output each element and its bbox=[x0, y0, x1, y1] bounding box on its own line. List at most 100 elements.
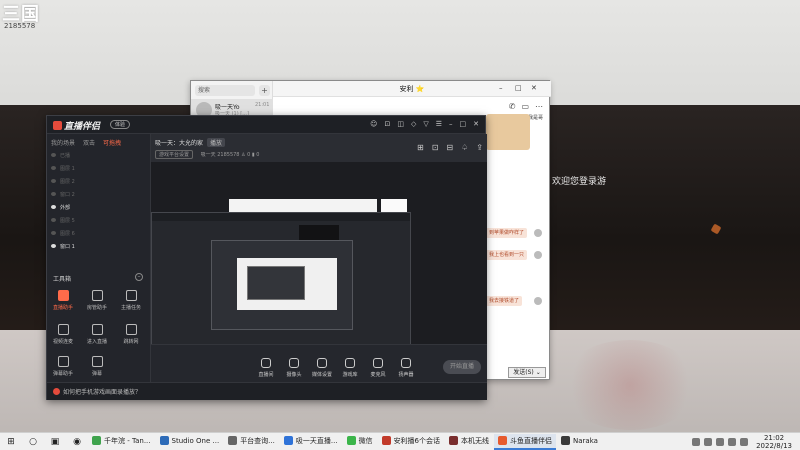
scene-item[interactable]: 已播 bbox=[51, 150, 70, 160]
room-tag[interactable]: 播放 bbox=[207, 138, 226, 147]
tab-double-click[interactable]: 双击 bbox=[83, 138, 95, 147]
tool-jump[interactable]: 跳转网 bbox=[115, 324, 147, 345]
message-icon[interactable]: ⊡ bbox=[384, 120, 390, 128]
taskbar-app[interactable]: 安利播6个会话 bbox=[378, 434, 444, 450]
tray-icon[interactable] bbox=[704, 437, 713, 446]
stream-controls: 直播间 摄像头 媒体设置 游戏库 麦克风 扬声器 开始直播 bbox=[151, 344, 487, 382]
room-title: 吸一天：大允的家 bbox=[155, 140, 204, 147]
tab-draggable[interactable]: 可拖拽 bbox=[103, 138, 121, 147]
eye-icon[interactable] bbox=[51, 166, 56, 170]
version-badge[interactable]: 体验 bbox=[110, 120, 131, 129]
stream-room-button[interactable]: 直播间 bbox=[251, 358, 281, 378]
eye-icon[interactable] bbox=[51, 192, 56, 196]
bell-icon[interactable]: ♤ bbox=[461, 143, 468, 152]
eye-icon[interactable] bbox=[51, 153, 56, 157]
media-settings-button[interactable]: 媒体设置 bbox=[307, 358, 337, 378]
tool-room-manager[interactable]: 房管助手 bbox=[81, 290, 113, 311]
jump-icon bbox=[125, 324, 137, 335]
chevron-down-icon[interactable]: ⌄ bbox=[536, 369, 541, 376]
menu-icon[interactable]: ☰ bbox=[436, 120, 442, 128]
game-library-button[interactable]: 游戏库 bbox=[335, 358, 365, 378]
system-clock[interactable]: 21:02 2022/8/13 bbox=[752, 434, 796, 450]
feedback-icon[interactable]: ▽ bbox=[423, 120, 428, 128]
taskbar-app[interactable]: 千年浣 - Tan... bbox=[88, 434, 155, 450]
edge-icon[interactable]: ◉ bbox=[70, 435, 84, 449]
scene-item[interactable]: 图层 1 bbox=[51, 163, 75, 173]
category-button[interactable]: 游戏平台设置 bbox=[155, 150, 194, 159]
camera-icon bbox=[289, 358, 299, 368]
eye-icon[interactable] bbox=[51, 218, 56, 222]
taskbar-app[interactable]: 平台查询... bbox=[224, 434, 279, 450]
video-call-icon[interactable]: ▭ bbox=[521, 102, 529, 111]
collapse-toolbox-button[interactable]: – bbox=[135, 273, 143, 281]
taskbar-app[interactable]: 吸一天直播... bbox=[280, 434, 342, 450]
task-view-icon[interactable]: ▣ bbox=[48, 435, 62, 449]
gamepad-icon bbox=[345, 358, 355, 368]
more-icon[interactable]: ⋯ bbox=[535, 102, 543, 111]
tool-video-link[interactable]: 视频连麦 bbox=[47, 324, 79, 345]
minimize-button[interactable]: – bbox=[499, 84, 503, 92]
tool-stream-assistant[interactable]: 直播助手 bbox=[47, 290, 79, 311]
eye-icon[interactable] bbox=[51, 205, 56, 209]
taskbar-app[interactable]: 本机无线 bbox=[445, 434, 493, 450]
sticker-image bbox=[486, 114, 530, 150]
skin-icon[interactable]: ◇ bbox=[411, 120, 416, 128]
search-icon[interactable]: ○ bbox=[26, 435, 40, 449]
tray-icon[interactable] bbox=[716, 437, 725, 446]
taskbar-app[interactable]: 斗鱼直播伴侣 bbox=[494, 433, 557, 450]
layout-icon[interactable]: ⊞ bbox=[417, 143, 424, 152]
lock-icon[interactable]: ⊡ bbox=[432, 143, 439, 152]
danmaku-icon bbox=[57, 356, 69, 367]
tab-my-scenes[interactable]: 我的场景 bbox=[51, 138, 75, 147]
network-icon[interactable] bbox=[728, 437, 737, 446]
close-button[interactable]: ✕ bbox=[473, 120, 479, 128]
share-icon[interactable]: ⇪ bbox=[476, 143, 483, 152]
tool-host-tasks[interactable]: 主播任务 bbox=[115, 290, 147, 311]
scene-item[interactable]: 图层 6 bbox=[51, 228, 75, 238]
tool-danmaku-assistant[interactable]: 弹幕助手 bbox=[47, 356, 79, 377]
scene-item[interactable]: 外部 bbox=[51, 202, 70, 212]
speaker-button[interactable]: 扬声器 bbox=[391, 358, 421, 378]
send-button[interactable]: 发送(S) ⌄ bbox=[508, 367, 546, 378]
tasks-icon bbox=[125, 290, 137, 301]
scene-item[interactable]: 图层 5 bbox=[51, 215, 75, 225]
tool-danmaku[interactable]: 弹幕 bbox=[81, 356, 113, 377]
chat-bubble: 到苹果做咋样了 bbox=[486, 228, 528, 238]
tool-enter-room[interactable]: 进入直播 bbox=[81, 324, 113, 345]
stream-preview[interactable] bbox=[151, 162, 487, 362]
taskbar-app[interactable]: Naraka bbox=[557, 434, 602, 450]
user-icon[interactable]: ☺ bbox=[370, 120, 377, 128]
taskbar-app[interactable]: 微信 bbox=[343, 434, 377, 450]
assistant-icon bbox=[57, 290, 69, 301]
eye-icon[interactable] bbox=[51, 244, 56, 248]
camera-button[interactable]: 摄像头 bbox=[279, 358, 309, 378]
title-bar-icons: ☺ ⊡ ◫ ◇ ▽ ☰ – □ ✕ bbox=[370, 120, 479, 128]
volume-icon[interactable] bbox=[740, 437, 749, 446]
maximize-button[interactable]: □ bbox=[515, 84, 522, 92]
scene-item[interactable]: 图层 2 bbox=[51, 176, 75, 186]
windows-start-icon[interactable]: ⊞ bbox=[4, 435, 18, 449]
add-chat-button[interactable]: + bbox=[259, 85, 270, 96]
chat-title-bar: 安利 ⭐ bbox=[273, 81, 551, 97]
taskbar-app[interactable]: Studio One ... bbox=[156, 434, 224, 450]
help-tip[interactable]: 如何把手机游戏画面录播放？ bbox=[53, 387, 141, 396]
chat-title: 安利 bbox=[399, 85, 414, 93]
eye-icon[interactable] bbox=[51, 179, 56, 183]
chat-message: 我是哥 bbox=[527, 115, 543, 121]
microphone-button[interactable]: 麦克风 bbox=[363, 358, 393, 378]
scene-item[interactable]: 窗口 1 bbox=[51, 241, 75, 251]
room-user: 吸一天 bbox=[200, 152, 216, 158]
minimize-button[interactable]: – bbox=[449, 120, 453, 128]
taskbar: ⊞ ○ ▣ ◉ 千年浣 - Tan... Studio One ... 平台查询… bbox=[0, 432, 800, 450]
eye-icon[interactable] bbox=[51, 231, 56, 235]
scene-item[interactable]: 窗口 2 bbox=[51, 189, 75, 199]
window-icon[interactable]: ◫ bbox=[397, 120, 404, 128]
app-icon bbox=[381, 436, 391, 445]
screen-icon[interactable]: ⊟ bbox=[446, 143, 453, 152]
tray-icon[interactable] bbox=[692, 437, 701, 446]
chat-search-input[interactable]: 搜索 bbox=[195, 85, 255, 96]
start-stream-button[interactable]: 开始直播 bbox=[443, 360, 481, 374]
maximize-button[interactable]: □ bbox=[460, 120, 467, 128]
phone-icon[interactable]: ✆ bbox=[509, 102, 516, 111]
close-button[interactable]: ✕ bbox=[531, 84, 537, 92]
